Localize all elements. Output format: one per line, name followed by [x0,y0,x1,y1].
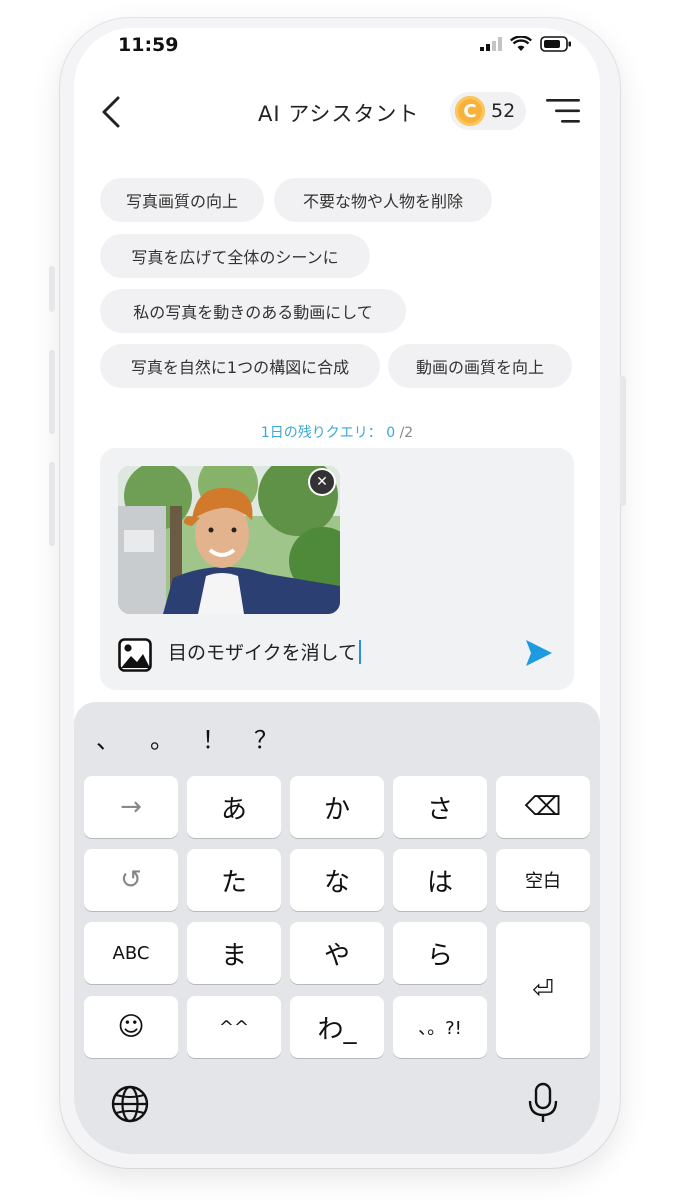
suggestion-chip-photo-to-video[interactable]: 私の写真を動きのある動画にして [100,289,406,333]
prompt-input-card: ✕ 目のモザイクを消して [100,448,574,690]
key-abc[interactable]: ABC [84,922,178,984]
key-ma[interactable]: ま [187,922,281,984]
image-upload-icon[interactable] [118,638,152,672]
queries-used: 0 [386,425,396,441]
volume-up-button [49,350,55,434]
volume-down-button [49,462,55,546]
key-ra[interactable]: ら [393,922,487,984]
mute-switch [49,266,55,312]
key-ta[interactable]: た [187,849,281,911]
return-key[interactable]: ⏎ [496,922,590,1058]
key-na[interactable]: な [290,849,384,911]
suggestion-chip-enhance-video[interactable]: 動画の画質を向上 [388,344,572,388]
text-caret [359,639,362,664]
menu-icon[interactable] [546,98,580,124]
keyboard: 、 。 ！ ？ → あ か さ ⌫ ↺ た な は 空白 ABC ま や ら ⏎… [74,702,600,1154]
suggestion-chip-combine-photos[interactable]: 写真を自然に1つの構図に合成 [100,344,380,388]
daily-queries-remaining: 1日の残りクエリ： 0 /2 [74,422,600,442]
page-title: AI アシスタント [258,102,420,126]
key-wa[interactable]: わ_ [290,996,384,1058]
key-ya[interactable]: や [290,922,384,984]
send-icon[interactable] [524,638,554,668]
battery-icon [540,36,571,52]
key-undo[interactable]: ↺ [84,849,178,911]
power-button [620,376,626,506]
globe-icon[interactable] [110,1084,150,1124]
prompt-text: 目のモザイクを消して [168,642,358,664]
emoji-key[interactable]: ☺ [84,996,178,1058]
candidate-question[interactable]: ？ [254,720,278,755]
coin-balance[interactable]: C 52 [450,92,526,130]
microphone-icon[interactable] [526,1082,560,1124]
key-punctuation[interactable]: 、。?! [393,996,487,1058]
status-time: 11:59 [118,34,179,56]
key-next-arrow[interactable]: → [84,776,178,838]
key-ka[interactable]: か [290,776,384,838]
candidate-exclamation[interactable]: ！ [202,720,226,755]
key-sa[interactable]: さ [393,776,487,838]
key-a[interactable]: あ [187,776,281,838]
backspace-key[interactable]: ⌫ [496,776,590,838]
photo-thumbnail [118,466,340,614]
queries-total: /2 [399,425,414,441]
key-kaomoji[interactable]: ^^ [187,996,281,1058]
candidate-period[interactable]: 。 [150,720,174,755]
phone-screen: 11:59 AI アシスタント C 52 写真画質の向上 不要な物や人物を削除 … [74,28,600,1154]
queries-label: 1日の残りクエリ： [260,425,382,441]
signal-icon [480,37,502,51]
key-ha[interactable]: は [393,849,487,911]
suggestion-chip-enhance-photo[interactable]: 写真画質の向上 [100,178,264,222]
back-arrow-icon[interactable] [98,94,128,130]
status-icons [480,36,572,52]
candidate-comma[interactable]: 、 [96,720,120,755]
attached-photo[interactable] [118,466,340,614]
remove-photo-icon[interactable]: ✕ [310,470,334,494]
wifi-icon [510,36,532,51]
suggestion-chip-expand-photo[interactable]: 写真を広げて全体のシーンに [100,234,370,278]
suggestion-chip-remove-objects[interactable]: 不要な物や人物を削除 [274,178,492,222]
coin-icon: C [455,96,485,126]
coin-count: 52 [491,100,516,122]
prompt-input[interactable]: 目のモザイクを消して [168,638,362,665]
space-key[interactable]: 空白 [496,849,590,911]
